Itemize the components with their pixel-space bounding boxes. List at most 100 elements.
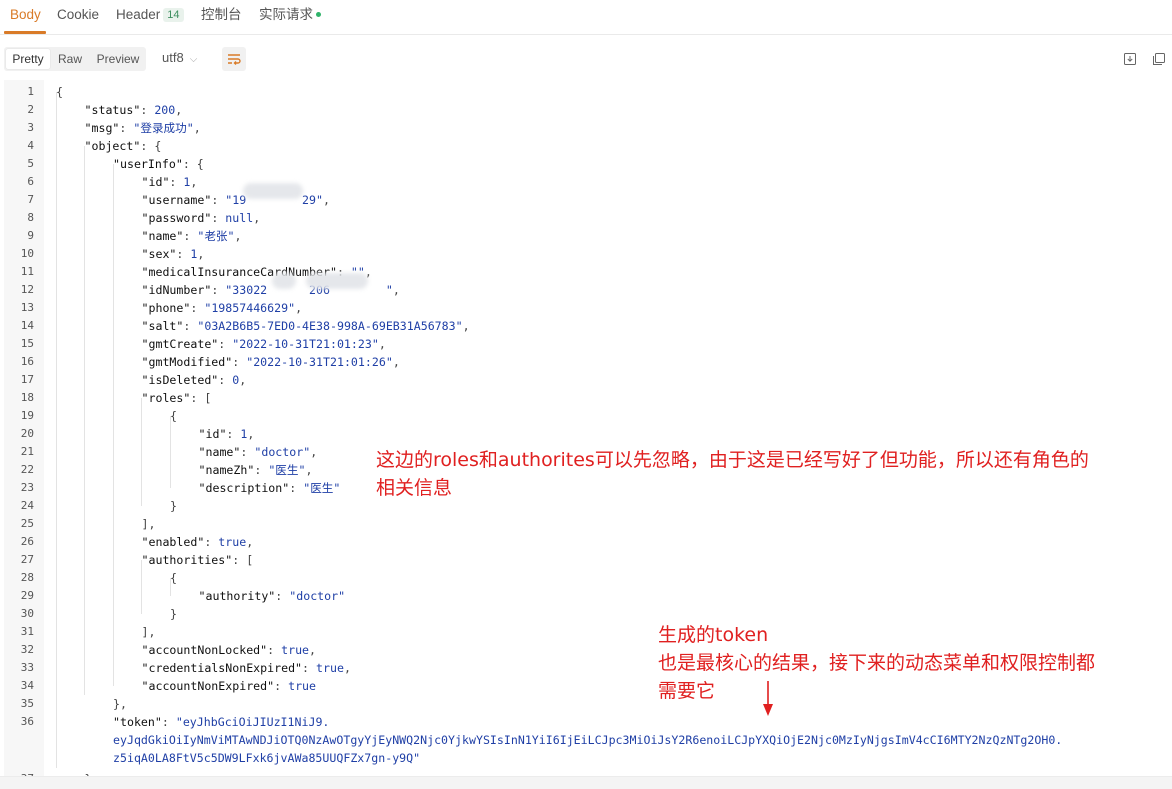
body-toolbar: Pretty Raw Preview utf8 ⌵	[0, 40, 1172, 80]
active-tab-indicator	[4, 31, 46, 34]
code-key: "sex"	[141, 247, 177, 261]
code-key: "password"	[141, 211, 212, 225]
code-text: "msg": "登录成功",	[85, 119, 201, 137]
code-end: ,	[246, 535, 254, 549]
code-key: "userInfo"	[113, 157, 183, 171]
code-sep: :	[169, 175, 184, 189]
code-text: "accountNonLocked": true,	[142, 641, 317, 659]
token-annotation-line3: 需要它	[658, 680, 716, 702]
code-line: 18 "roles": [	[4, 389, 1168, 407]
code-end: ,	[175, 103, 183, 117]
line-number: 35	[20, 697, 34, 710]
code-line: 27 "authorities": [	[4, 551, 1168, 569]
code-val: "登录成功"	[133, 121, 194, 135]
code-text: {	[170, 571, 177, 585]
code-end: ,	[197, 247, 205, 261]
code-key: "token"	[113, 715, 162, 729]
code-text: "isDeleted": 0,	[142, 371, 247, 389]
code-sep: :	[267, 643, 282, 657]
view-raw-button[interactable]: Raw	[52, 49, 88, 69]
tab-console-label: 控制台	[201, 7, 242, 22]
token-annotation: 生成的token 也是最核心的结果，接下来的动态菜单和权限控制都 需要它	[658, 621, 1095, 705]
code-sep: :	[183, 319, 198, 333]
code-sep: :	[182, 157, 197, 171]
code-key: "roles"	[141, 391, 191, 405]
code-line: eyJqdGkiOiIyNmViMTAwNDJiOTQ0NzAwOTgyYjEy…	[4, 731, 1168, 749]
code-key: "accountNonExpired"	[141, 679, 275, 693]
code-text: z5iqA0LA8FtV5c5DW9LFxk6jvAWa85UUQFZx7gn-…	[113, 749, 420, 767]
horizontal-scrollbar[interactable]	[0, 776, 1172, 789]
code-key: "object"	[84, 139, 141, 153]
line-number: 10	[20, 247, 34, 260]
line-number: 19	[20, 409, 34, 422]
code-val: "03A2B6B5-7ED0-4E38-998A-69EB31A56783"	[197, 319, 463, 333]
tab-actual-request-label: 实际请求	[259, 7, 313, 22]
code-key: "username"	[141, 193, 212, 207]
code-sep: :	[204, 535, 219, 549]
tab-cookie[interactable]: Cookie	[57, 0, 99, 33]
line-number: 20	[20, 427, 34, 440]
tab-header[interactable]: Header 14	[116, 0, 184, 33]
code-text: {	[170, 409, 177, 423]
tab-header-label: Header	[116, 7, 161, 22]
word-wrap-button[interactable]	[222, 47, 246, 71]
code-line: 5 "userInfo": {	[4, 155, 1168, 173]
code-text: "enabled": true,	[142, 533, 254, 551]
token-annotation-line1: 生成的token	[658, 624, 769, 646]
code-sep: :	[211, 283, 226, 297]
download-button[interactable]	[1122, 51, 1138, 67]
header-count-badge: 14	[163, 8, 184, 22]
encoding-select[interactable]: utf8 ⌵	[162, 50, 197, 65]
encoding-value: utf8	[162, 50, 184, 65]
line-number: 5	[27, 157, 34, 170]
code-end: ,	[462, 319, 470, 333]
code-end: [	[204, 391, 212, 405]
code-key: "gmtModified"	[141, 355, 233, 369]
line-number: 2	[27, 103, 34, 116]
indent-guide	[113, 164, 114, 686]
line-number: 7	[27, 193, 34, 206]
view-pretty-button[interactable]: Pretty	[6, 49, 50, 69]
copy-button[interactable]	[1151, 51, 1167, 67]
code-text: "id": 1,	[199, 425, 255, 443]
code-val: "doctor"	[289, 589, 346, 603]
code-text: "phone": "19857446629",	[142, 299, 303, 317]
response-tab-bar: Body Cookie Header 14 控制台 实际请求	[0, 0, 1172, 35]
code-line: 4 "object": {	[4, 137, 1168, 155]
code-val: true	[288, 679, 317, 693]
code-key: "salt"	[141, 319, 184, 333]
code-sep: :	[254, 463, 269, 477]
code-text: "gmtCreate": "2022-10-31T21:01:23",	[142, 335, 386, 353]
token-annotation-line2: 也是最核心的结果，接下来的动态菜单和权限控制都	[658, 652, 1096, 674]
code-val: 200	[154, 103, 176, 117]
view-preview-button[interactable]: Preview	[92, 49, 144, 69]
code-key: "accountNonLocked"	[141, 643, 268, 657]
code-key: "id"	[198, 427, 227, 441]
code-line: 16 "gmtModified": "2022-10-31T21:01:26",	[4, 353, 1168, 371]
tab-body[interactable]: Body	[10, 0, 41, 33]
code-sep: :	[275, 589, 290, 603]
code-text: "userInfo": {	[113, 155, 204, 173]
code-key: "id"	[141, 175, 170, 189]
line-number: 12	[20, 283, 34, 296]
tab-console[interactable]: 控制台	[201, 0, 242, 33]
code-text: {	[56, 85, 63, 99]
code-text: }	[170, 607, 177, 621]
code-text: "credentialsNonExpired": true,	[142, 659, 351, 677]
code-end: {	[154, 139, 162, 153]
code-text: },	[113, 695, 127, 713]
code-sep: :	[140, 103, 155, 117]
line-number: 1	[27, 85, 34, 98]
line-number: 23	[20, 481, 34, 494]
code-text: "status": 200,	[85, 101, 183, 119]
code-text: "object": {	[85, 137, 162, 155]
line-number: 15	[20, 337, 34, 350]
code-end: ,	[190, 175, 198, 189]
code-text: "nameZh": "医生",	[199, 461, 313, 479]
code-line: 10 "sex": 1,	[4, 245, 1168, 263]
tab-actual-request[interactable]: 实际请求	[259, 0, 321, 33]
code-line: 8 "password": null,	[4, 209, 1168, 227]
code-sep: :	[211, 211, 226, 225]
line-number: 8	[27, 211, 34, 224]
line-number: 22	[20, 463, 34, 476]
